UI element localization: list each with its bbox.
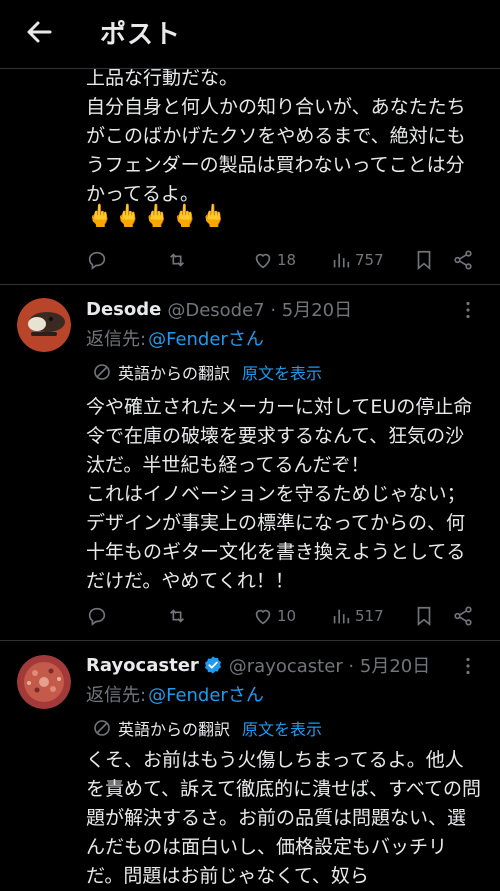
reply-icon (88, 251, 106, 270)
post-actions: 10 517 (0, 601, 500, 631)
share-button[interactable] (452, 245, 474, 275)
view-count: 517 (355, 607, 384, 625)
heart-icon (255, 609, 271, 625)
show-original-link[interactable]: 原文を表示 (242, 716, 322, 740)
page-title: ポスト (100, 20, 182, 50)
translation-bar: 英語からの翻訳 原文を表示 (92, 359, 322, 385)
bookmark-button[interactable] (413, 601, 435, 631)
share-icon (454, 606, 472, 626)
top-bar: ポスト (0, 0, 500, 69)
divider (0, 284, 500, 285)
bookmark-icon (417, 606, 431, 627)
avatar[interactable] (17, 298, 71, 352)
more-icon[interactable] (458, 300, 478, 320)
bookmark-icon (417, 250, 431, 271)
reply-prefix: 返信先: (86, 329, 147, 350)
repost-icon (169, 609, 185, 623)
views-button[interactable]: 757 (330, 245, 384, 275)
post-emoji: 🖕🖕🖕🖕🖕 (86, 204, 228, 229)
translation-label: 英語からの翻訳 (118, 720, 231, 739)
share-button[interactable] (452, 601, 474, 631)
reply-button[interactable] (86, 601, 108, 631)
verified-badge-icon (204, 656, 221, 674)
heart-icon (255, 253, 271, 269)
back-arrow-icon[interactable] (22, 14, 58, 50)
reply-icon (88, 607, 106, 626)
reply-context: 返信先: @Fenderさん (86, 325, 264, 351)
post-body: 今や確立されたメーカーに対してEUの停止命令で在庫の破壊を要求するなんて、狂気の… (86, 396, 473, 592)
post-body: 上品な行動だな。 自分自身と何人かの知り合いが、あなたたちがこのばかげたクソをや… (86, 67, 466, 205)
translate-icon (94, 720, 110, 736)
repost-icon (169, 253, 185, 267)
translation-label: 英語からの翻訳 (118, 364, 231, 383)
post-actions: 18 757 (0, 245, 500, 275)
reply-button[interactable] (86, 245, 108, 275)
analytics-icon (333, 253, 350, 268)
repost-button[interactable] (166, 601, 188, 631)
reply-context: 返信先: @Fenderさん (86, 681, 264, 707)
like-button[interactable]: 18 (252, 245, 296, 275)
more-icon[interactable] (458, 656, 478, 676)
translation-bar: 英語からの翻訳 原文を表示 (92, 715, 322, 741)
view-count: 757 (355, 251, 384, 269)
views-button[interactable]: 517 (330, 601, 384, 631)
handle-date[interactable]: @Desode7 · 5月20日 (167, 296, 352, 322)
like-count: 18 (277, 251, 297, 269)
reply-prefix: 返信先: (86, 685, 147, 706)
post-body: くそ、お前はもう火傷しちまってるよ。他人を責めて、訴えて徹底的に潰せば、すべての… (86, 749, 482, 887)
handle-date[interactable]: @rayocaster · 5月20日 (229, 652, 430, 678)
like-button[interactable]: 10 (252, 601, 296, 631)
bookmark-button[interactable] (413, 245, 435, 275)
like-count: 10 (277, 607, 297, 625)
author-line: Rayocaster @rayocaster · 5月20日 (86, 652, 430, 678)
share-icon (454, 250, 472, 270)
reply-to-link[interactable]: @Fenderさん (148, 681, 264, 707)
reply-to-link[interactable]: @Fenderさん (148, 325, 264, 351)
divider (0, 640, 500, 641)
display-name[interactable]: Desode (86, 299, 161, 320)
display-name[interactable]: Rayocaster (86, 655, 199, 676)
translate-icon (94, 364, 110, 380)
analytics-icon (333, 609, 350, 624)
show-original-link[interactable]: 原文を表示 (242, 360, 322, 384)
repost-button[interactable] (166, 245, 188, 275)
avatar[interactable] (17, 655, 71, 709)
author-line: Desode @Desode7 · 5月20日 (86, 296, 352, 322)
